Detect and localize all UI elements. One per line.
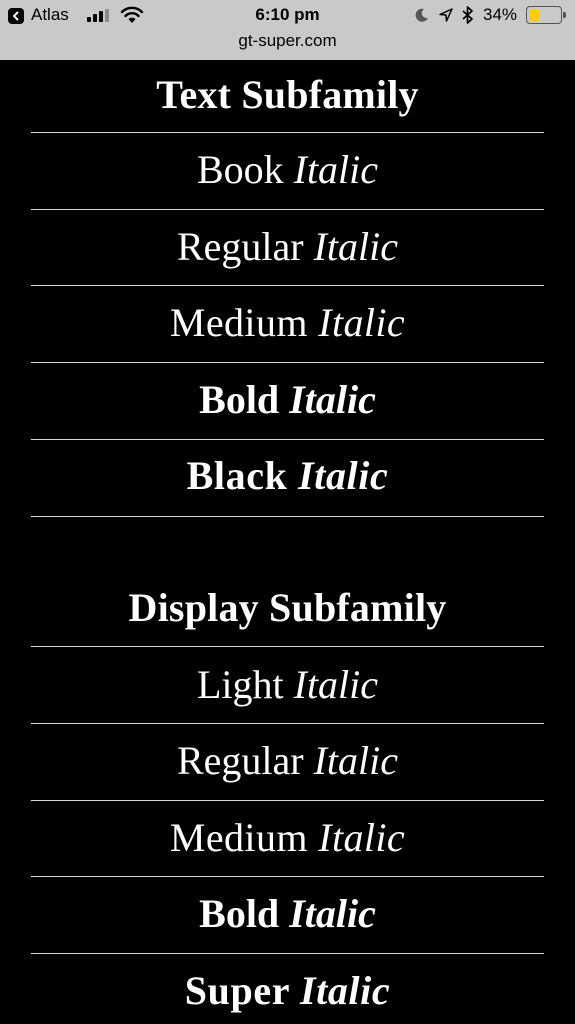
divider <box>31 209 544 210</box>
style-suffix: Italic <box>298 453 389 498</box>
divider <box>31 439 544 440</box>
location-arrow-icon <box>439 8 453 22</box>
style-suffix: Italic <box>293 662 379 707</box>
style-name: Medium <box>169 815 308 860</box>
style-suffix: Italic <box>313 738 399 783</box>
divider <box>31 362 544 363</box>
moon-icon <box>415 8 428 22</box>
style-name: Bold <box>199 891 280 936</box>
style-row-regular: Regular Italic <box>0 737 575 785</box>
style-row-bold: Bold Italic <box>0 890 575 938</box>
style-suffix: Italic <box>318 815 406 860</box>
style-name: Medium <box>169 300 308 345</box>
divider <box>31 132 544 133</box>
divider <box>31 285 544 286</box>
battery-level <box>529 9 539 21</box>
style-name: Light <box>196 662 284 707</box>
style-row-super: Super Italic <box>0 967 575 1015</box>
divider <box>31 723 544 724</box>
style-suffix: Italic <box>293 147 379 192</box>
style-name: Super <box>184 968 290 1013</box>
style-suffix: Italic <box>299 968 391 1013</box>
battery-cap <box>563 12 566 18</box>
style-row-medium: Medium Italic <box>0 814 575 862</box>
style-suffix: Italic <box>313 224 399 269</box>
divider <box>31 800 544 801</box>
display-subfamily-heading: Display Subfamily <box>128 585 447 630</box>
style-suffix: Italic <box>289 891 376 936</box>
divider <box>31 876 544 877</box>
style-name: Regular <box>176 738 304 783</box>
page-url[interactable]: gt-super.com <box>0 31 575 51</box>
style-suffix: Italic <box>289 377 376 422</box>
style-name: Bold <box>199 377 280 422</box>
divider <box>31 953 544 954</box>
bluetooth-icon <box>462 6 473 24</box>
style-row-bold: Bold Italic <box>0 376 575 424</box>
style-name: Book <box>196 147 284 192</box>
divider <box>31 646 544 647</box>
style-name: Regular <box>176 224 304 269</box>
style-row-light: Light Italic <box>0 661 575 709</box>
text-subfamily-heading: Text Subfamily <box>156 72 419 117</box>
status-bar: Atlas 6:10 pm gt-super.com 34% <box>0 0 575 60</box>
style-row-book: Book Italic <box>0 146 575 194</box>
style-row-black: Black Italic <box>0 452 575 500</box>
battery-icon <box>526 6 562 24</box>
style-row-medium: Medium Italic <box>0 299 575 347</box>
style-suffix: Italic <box>318 300 406 345</box>
style-row-regular: Regular Italic <box>0 223 575 271</box>
battery-percent: 34% <box>483 5 518 24</box>
divider <box>31 516 544 517</box>
style-name: Black <box>186 453 288 498</box>
